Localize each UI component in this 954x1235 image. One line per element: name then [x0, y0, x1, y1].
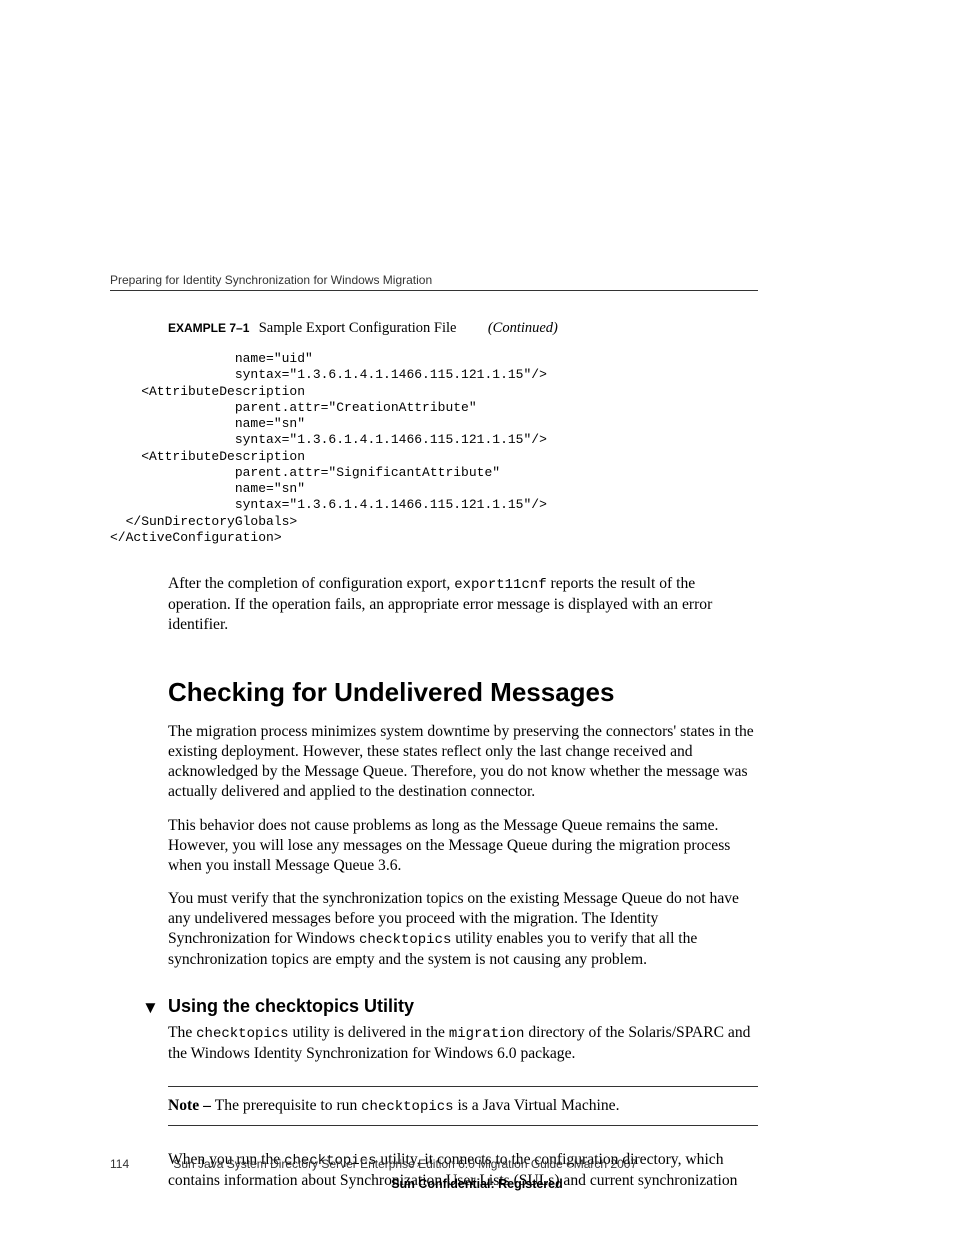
inline-code: checktopics	[359, 932, 451, 948]
footer-title: Sun Java System Directory Server Enterpr…	[173, 1157, 637, 1171]
inline-code: checktopics	[196, 1026, 288, 1042]
paragraph-task-1: The checktopics utility is delivered in …	[168, 1023, 758, 1064]
inline-code: migration	[449, 1026, 525, 1042]
example-label: EXAMPLE 7–1	[168, 321, 249, 335]
confidential-label: Sun Confidential: Registered	[0, 1177, 954, 1191]
page: Preparing for Identity Synchronization f…	[0, 0, 954, 1235]
example-caption: EXAMPLE 7–1 Sample Export Configuration …	[168, 320, 758, 337]
paragraph-after-export: After the completion of configuration ex…	[168, 574, 758, 635]
text: After the completion of configuration ex…	[168, 575, 454, 592]
header-rule	[110, 290, 758, 291]
paragraph-checking-1: The migration process minimizes system d…	[168, 722, 758, 802]
task-heading-row: ▼ Using the checktopics Utility	[110, 996, 758, 1017]
text: is a Java Virtual Machine.	[454, 1097, 620, 1114]
triangle-down-icon: ▼	[142, 998, 159, 1018]
heading-task: Using the checktopics Utility	[168, 996, 758, 1017]
page-number: 114	[110, 1157, 150, 1171]
text: The	[168, 1024, 196, 1041]
paragraph-checking-3: You must verify that the synchronization…	[168, 889, 758, 970]
running-header: Preparing for Identity Synchronization f…	[110, 273, 844, 287]
note-box: Note – The prerequisite to run checktopi…	[168, 1086, 758, 1126]
inline-code: export11cnf	[454, 577, 546, 593]
footer: 114 Sun Java System Directory Server Ent…	[110, 1157, 758, 1171]
content-area: EXAMPLE 7–1 Sample Export Configuration …	[110, 320, 758, 1205]
example-title: Sample Export Configuration File	[259, 320, 457, 336]
code-block: name="uid" syntax="1.3.6.1.4.1.1466.115.…	[110, 351, 758, 546]
note-label: Note –	[168, 1097, 215, 1114]
text: utility is delivered in the	[289, 1024, 449, 1041]
paragraph-checking-2: This behavior does not cause problems as…	[168, 816, 758, 876]
inline-code: checktopics	[361, 1099, 453, 1115]
heading-checking: Checking for Undelivered Messages	[168, 677, 758, 708]
example-continued: (Continued)	[488, 320, 558, 336]
text: The prerequisite to run	[215, 1097, 361, 1114]
